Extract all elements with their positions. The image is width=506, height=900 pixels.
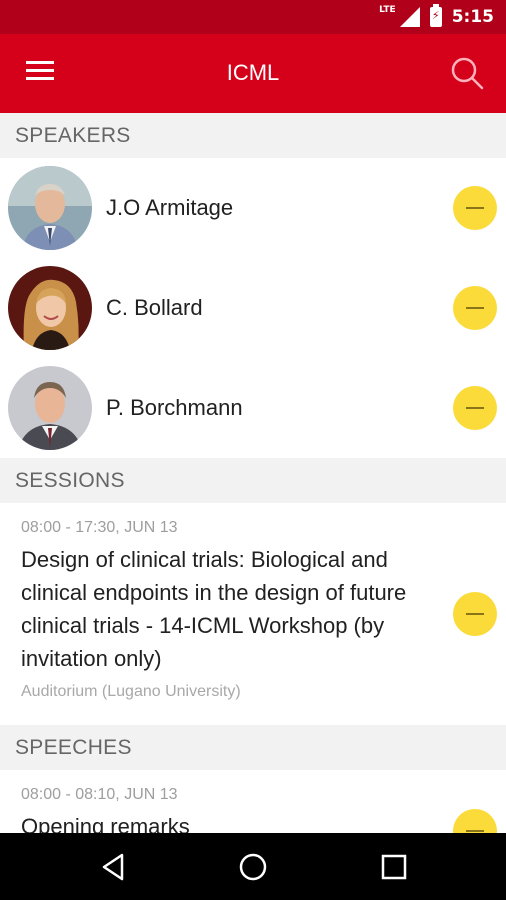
section-header-speeches: SPEECHES	[0, 725, 506, 770]
speech-item[interactable]: 08:00 - 08:10, JUN 13 Opening remarks	[0, 770, 506, 833]
speaker-avatar	[8, 166, 92, 250]
recents-icon[interactable]	[378, 851, 410, 883]
minus-icon	[466, 307, 484, 309]
remove-favorite-button[interactable]	[453, 386, 497, 430]
back-icon[interactable]	[98, 851, 130, 883]
minus-icon	[466, 830, 484, 832]
speaker-row[interactable]: C. Bollard	[0, 258, 506, 358]
home-icon[interactable]	[237, 851, 269, 883]
section-header-speakers: SPEAKERS	[0, 113, 506, 158]
session-item[interactable]: 08:00 - 17:30, JUN 13 Design of clinical…	[0, 503, 506, 725]
speech-title: Opening remarks	[21, 814, 190, 833]
session-location: Auditorium (Lugano University)	[21, 683, 241, 700]
network-type-label: LTE	[379, 5, 396, 15]
remove-favorite-button[interactable]	[453, 809, 497, 833]
minus-icon	[466, 613, 484, 615]
signal-icon	[399, 7, 420, 27]
speaker-name: P. Borchmann	[106, 395, 243, 420]
section-header-sessions: SESSIONS	[0, 458, 506, 503]
battery-charging-icon	[429, 4, 442, 27]
speaker-avatar	[8, 266, 92, 350]
speaker-name: C. Bollard	[106, 295, 203, 320]
system-nav-bar	[0, 833, 506, 900]
remove-favorite-button[interactable]	[453, 286, 497, 330]
app-bar: ICML	[0, 34, 506, 113]
speech-time: 08:00 - 08:10, JUN 13	[21, 786, 178, 803]
session-title: Design of clinical trials: Biological an…	[21, 547, 407, 671]
speaker-name: J.O Armitage	[106, 195, 234, 220]
status-clock: 5:15	[451, 7, 494, 27]
remove-favorite-button[interactable]	[453, 186, 497, 230]
status-bar: LTE 5:15	[0, 0, 506, 34]
app-title: ICML	[226, 60, 280, 85]
speaker-avatar	[8, 366, 92, 450]
minus-icon	[466, 407, 484, 409]
remove-favorite-button[interactable]	[453, 592, 497, 636]
minus-icon	[466, 207, 484, 209]
session-time: 08:00 - 17:30, JUN 13	[21, 519, 178, 536]
speaker-row[interactable]: P. Borchmann	[0, 358, 506, 458]
favorites-list[interactable]: SPEAKERS J.O Armitage C. Bollard P. Borc…	[0, 113, 506, 833]
search-icon[interactable]	[450, 56, 484, 90]
speaker-row[interactable]: J.O Armitage	[0, 158, 506, 258]
